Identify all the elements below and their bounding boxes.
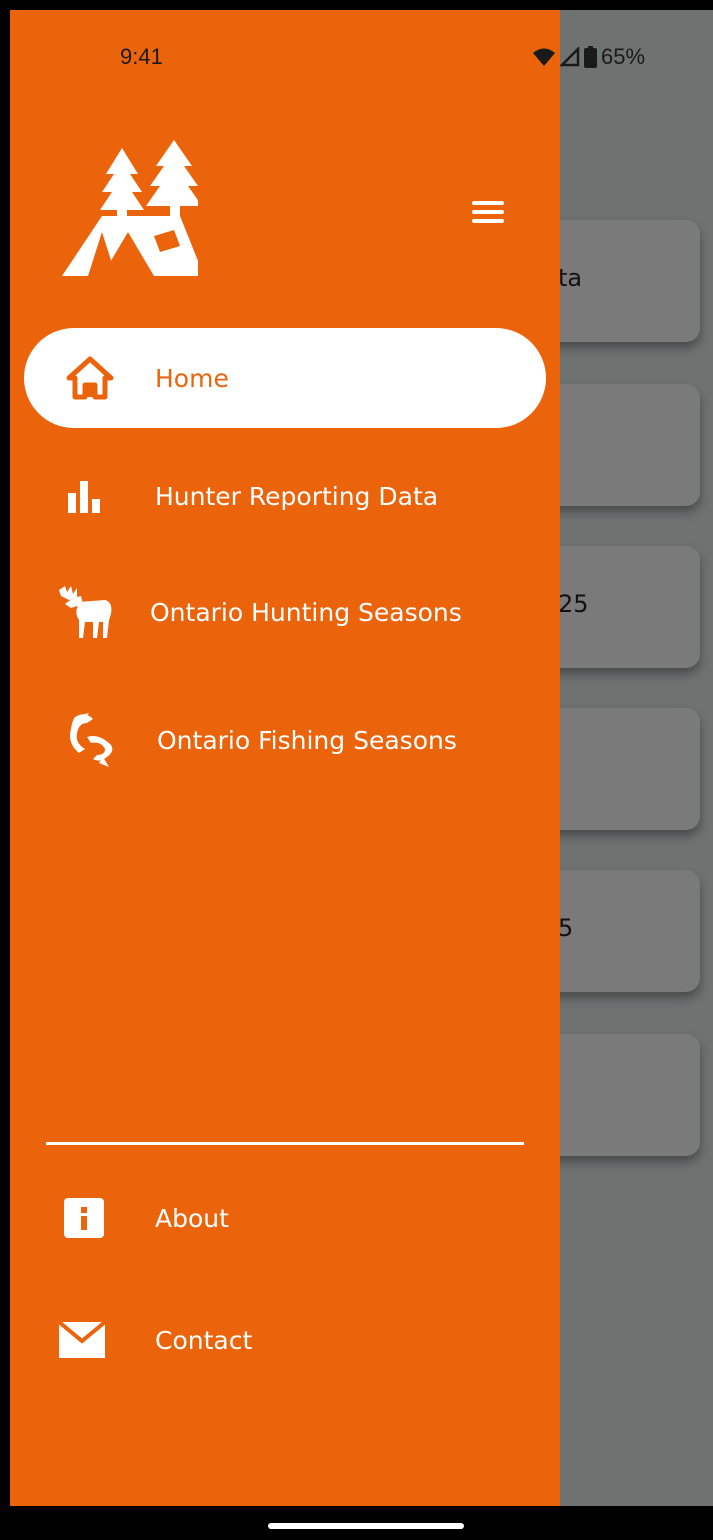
nav-item-ontario-fishing-seasons[interactable]: Ontario Fishing Seasons bbox=[24, 690, 546, 790]
nav-label-ontario-hunting-seasons: Ontario Hunting Seasons bbox=[150, 597, 462, 627]
status-indicators: 65% bbox=[532, 44, 645, 70]
nav-label-about: About bbox=[155, 1203, 229, 1233]
nav-label-home: Home bbox=[155, 363, 229, 393]
hamburger-menu-button[interactable] bbox=[468, 198, 508, 228]
background-card-text: ta bbox=[558, 264, 583, 292]
navigation-drawer: 9:41 65% Home Hunter Reporting Data Onta… bbox=[10, 10, 645, 1506]
battery-percent: 65% bbox=[601, 44, 646, 69]
nav-item-about[interactable]: About bbox=[24, 1168, 546, 1268]
camp-logo-icon bbox=[62, 140, 198, 276]
moose-icon bbox=[56, 582, 116, 642]
nav-label-contact: Contact bbox=[155, 1325, 253, 1355]
menu-bar bbox=[472, 210, 504, 214]
nav-item-hunter-reporting-data[interactable]: Hunter Reporting Data bbox=[24, 446, 546, 546]
menu-bar bbox=[472, 201, 504, 205]
wifi-icon bbox=[533, 48, 555, 66]
gesture-home-bar[interactable] bbox=[268, 1523, 464, 1529]
background-card-text: 5 bbox=[558, 914, 574, 942]
mail-icon bbox=[56, 1314, 108, 1366]
drawer-divider bbox=[46, 1142, 524, 1145]
status-time: 9:41 bbox=[120, 44, 163, 69]
nav-item-ontario-hunting-seasons[interactable]: Ontario Hunting Seasons bbox=[24, 562, 546, 662]
fish-icon bbox=[62, 710, 122, 770]
nav-label-ontario-fishing-seasons: Ontario Fishing Seasons bbox=[157, 725, 457, 755]
nav-item-contact[interactable]: Contact bbox=[24, 1290, 546, 1390]
app-screen: ta 25 5 9:41 65% Home Hunter Reporting D… bbox=[10, 10, 713, 1506]
menu-bar bbox=[472, 219, 504, 223]
info-icon bbox=[58, 1192, 110, 1244]
battery-icon bbox=[584, 46, 597, 68]
background-card-text: 25 bbox=[558, 590, 589, 618]
home-icon bbox=[64, 352, 116, 404]
nav-item-home[interactable]: Home bbox=[24, 328, 546, 428]
nav-label-hunter-reporting-data: Hunter Reporting Data bbox=[155, 481, 439, 511]
signal-icon bbox=[560, 47, 580, 67]
bar-chart-icon bbox=[60, 470, 112, 522]
